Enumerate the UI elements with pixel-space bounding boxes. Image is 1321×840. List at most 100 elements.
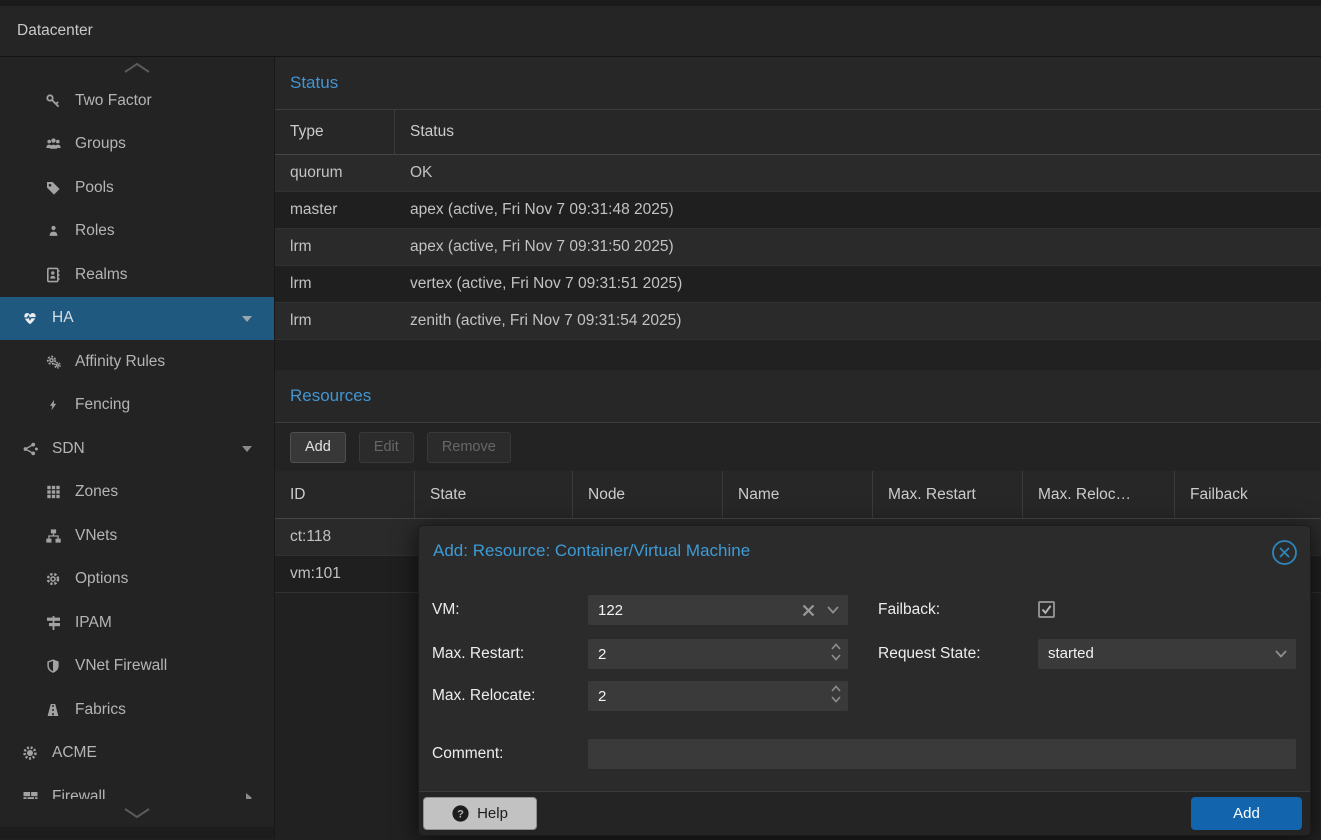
status-row-type: lrm — [275, 275, 395, 293]
max-restart-label: Max. Restart: — [432, 639, 524, 669]
table-row[interactable]: lrm zenith (active, Fri Nov 7 09:31:54 2… — [275, 303, 1321, 340]
remove-button[interactable]: Remove — [427, 432, 511, 463]
sidebar-item-fencing[interactable]: Fencing — [0, 384, 274, 428]
dialog-add-button-label: Add — [1233, 805, 1260, 822]
resource-row-id: vm:101 — [275, 565, 415, 583]
sidebar-item-label: IPAM — [75, 614, 112, 632]
column-header-state[interactable]: State — [415, 471, 573, 518]
table-row[interactable]: lrm vertex (active, Fri Nov 7 09:31:51 2… — [275, 266, 1321, 303]
sidebar-item-vnet-firewall[interactable]: VNet Firewall — [0, 645, 274, 689]
status-row-status: vertex (active, Fri Nov 7 09:31:51 2025) — [395, 275, 1321, 293]
sidebar-item-two-factor[interactable]: Two Factor — [0, 79, 274, 123]
column-header-failback[interactable]: Failback — [1175, 471, 1321, 518]
add-button[interactable]: Add — [290, 432, 346, 463]
column-header-max-relocate[interactable]: Max. Reloc… — [1023, 471, 1175, 518]
spinner-arrows[interactable] — [831, 643, 841, 661]
status-panel-title: Status — [290, 73, 338, 93]
failback-label: Failback: — [878, 595, 940, 625]
sidebar-item-label: VNet Firewall — [75, 657, 167, 675]
status-row-status: zenith (active, Fri Nov 7 09:31:54 2025) — [395, 312, 1321, 330]
max-restart-input[interactable] — [588, 639, 848, 669]
address-book-icon — [43, 267, 63, 283]
sidebar-item-acme[interactable]: ACME — [0, 732, 274, 776]
sidebar-item-zones[interactable]: Zones — [0, 471, 274, 515]
sidebar-item-fabrics[interactable]: Fabrics — [0, 688, 274, 732]
sidebar-item-realms[interactable]: Realms — [0, 253, 274, 297]
chevron-up-icon — [831, 685, 841, 692]
resource-row-id: ct:118 — [275, 528, 415, 546]
status-row-type: lrm — [275, 312, 395, 330]
share-nodes-icon — [20, 441, 40, 457]
sidebar-item-pools[interactable]: Pools — [0, 166, 274, 210]
sidebar-item-ipam[interactable]: IPAM — [0, 601, 274, 645]
chevron-down-icon[interactable] — [241, 444, 253, 453]
column-header-name[interactable]: Name — [723, 471, 873, 518]
sidebar-item-affinity-rules[interactable]: Affinity Rules — [0, 340, 274, 384]
sidebar-item-label: Roles — [75, 222, 115, 240]
sidebar-item-ha[interactable]: HA — [0, 297, 274, 341]
sidebar-bottom-strip — [0, 827, 274, 839]
sidebar-item-groups[interactable]: Groups — [0, 123, 274, 167]
request-state-value: started — [1038, 639, 1296, 669]
resources-toolbar: Add Edit Remove — [275, 423, 1321, 471]
chevron-down-icon — [831, 696, 841, 703]
chevron-right-icon — [244, 792, 253, 799]
failback-checkbox[interactable] — [1038, 601, 1055, 618]
column-header-type[interactable]: Type — [275, 110, 395, 154]
chevron-up-icon — [831, 643, 841, 650]
request-state-select[interactable]: started — [1038, 639, 1296, 669]
chevron-down-icon[interactable] — [241, 314, 253, 323]
sidebar-scroll-up[interactable] — [0, 57, 274, 79]
column-header-status[interactable]: Status — [395, 110, 1321, 154]
table-row[interactable]: master apex (active, Fri Nov 7 09:31:48 … — [275, 192, 1321, 229]
table-row[interactable]: quorum OK — [275, 155, 1321, 192]
dialog-add-button[interactable]: Add — [1191, 797, 1302, 830]
spinner-arrows[interactable] — [831, 685, 841, 703]
comment-field — [588, 739, 1296, 769]
sidebar-item-roles[interactable]: Roles — [0, 210, 274, 254]
help-button-label: Help — [477, 805, 508, 822]
help-button[interactable]: ? Help — [423, 797, 537, 830]
close-icon[interactable] — [1271, 539, 1298, 566]
heart-pulse-icon — [20, 310, 40, 326]
sidebar-item-label: ACME — [52, 744, 97, 762]
user-icon — [43, 223, 63, 239]
status-row-type: quorum — [275, 164, 395, 182]
chevron-down-icon — [831, 654, 841, 661]
status-table-header: Type Status — [275, 110, 1321, 155]
shield-icon — [43, 658, 63, 674]
resources-panel-header: Resources — [275, 370, 1321, 423]
column-header-node[interactable]: Node — [573, 471, 723, 518]
page-title: Datacenter — [17, 22, 93, 40]
clear-icon[interactable] — [802, 604, 815, 617]
sidebar-item-label: HA — [52, 309, 74, 327]
sidebar-item-options[interactable]: Options — [0, 558, 274, 602]
dialog-footer: ? Help Add — [419, 791, 1310, 835]
comment-label: Comment: — [432, 739, 504, 769]
sidebar-item-firewall-clipped[interactable]: Firewall — [0, 775, 274, 799]
gears-icon — [43, 354, 63, 370]
gear-icon — [43, 571, 63, 587]
grid-icon — [43, 484, 63, 500]
column-header-id[interactable]: ID — [275, 471, 415, 518]
sidebar-item-sdn[interactable]: SDN — [0, 427, 274, 471]
max-relocate-spinner — [588, 681, 848, 711]
comment-input[interactable] — [588, 739, 1296, 769]
sidebar-item-label: Options — [75, 570, 128, 588]
panel-gap — [275, 340, 1321, 370]
table-row[interactable]: lrm apex (active, Fri Nov 7 09:31:50 202… — [275, 229, 1321, 266]
max-relocate-input[interactable] — [588, 681, 848, 711]
chevron-down-icon[interactable] — [827, 606, 839, 614]
sidebar-item-vnets[interactable]: VNets — [0, 514, 274, 558]
status-row-status: apex (active, Fri Nov 7 09:31:48 2025) — [395, 201, 1321, 219]
sidebar-scroll-down[interactable] — [0, 799, 274, 827]
tag-icon — [43, 180, 63, 196]
sidebar-item-label: Fencing — [75, 396, 130, 414]
column-header-max-restart[interactable]: Max. Restart — [873, 471, 1023, 518]
edit-button[interactable]: Edit — [359, 432, 414, 463]
users-icon — [43, 136, 63, 152]
sidebar-item-firewall[interactable]: Firewall — [0, 775, 274, 799]
question-circle-icon: ? — [452, 805, 469, 822]
status-row-status: apex (active, Fri Nov 7 09:31:50 2025) — [395, 238, 1321, 256]
sidebar-item-label: VNets — [75, 527, 117, 545]
